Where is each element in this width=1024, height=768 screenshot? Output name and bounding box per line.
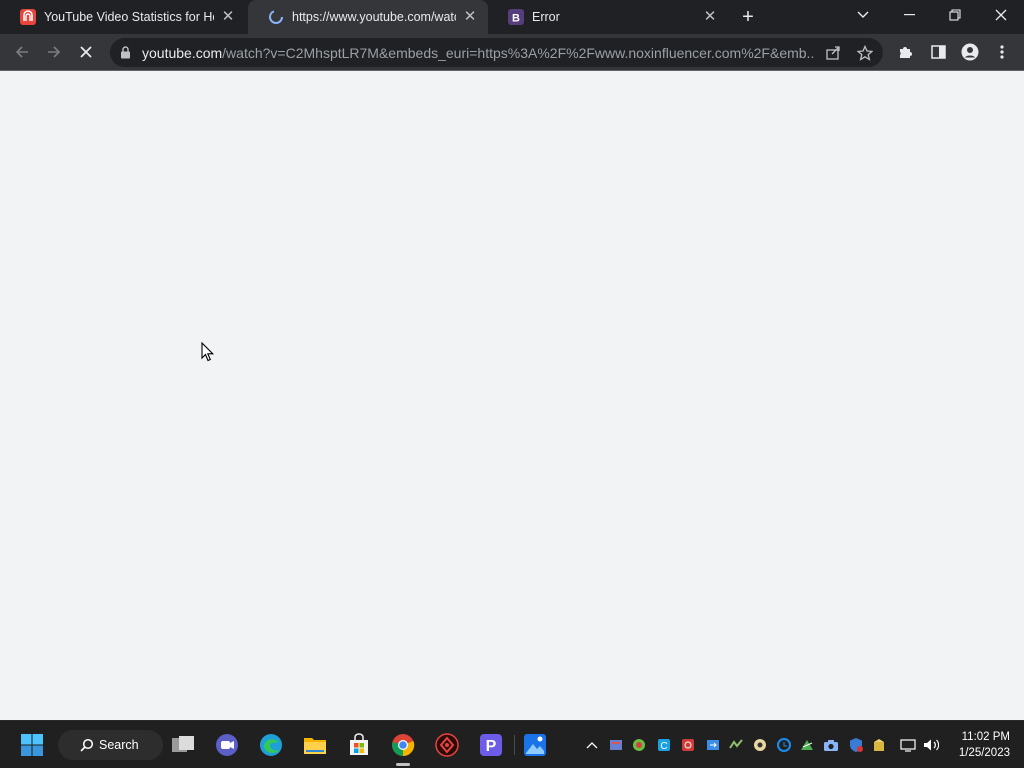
tab-error[interactable]: B Error ✕ [488,0,728,34]
tab-search-icon[interactable] [840,0,886,30]
menu-dots-icon[interactable] [989,39,1015,65]
page-content [0,71,1024,720]
tray-app-4-icon[interactable] [680,737,696,753]
search-icon [80,738,94,752]
svg-text:P: P [486,738,497,755]
app-red-icon[interactable] [433,731,461,759]
tray-app-10-icon[interactable] [871,737,887,753]
tab-noxinfluencer[interactable]: YouTube Video Statistics for How ✕ [0,0,246,34]
tray-app-3-icon[interactable]: C [656,737,672,753]
taskbar-search[interactable]: Search [58,730,163,760]
back-arrow-icon[interactable] [9,39,35,65]
mouse-cursor-icon [201,341,215,367]
share-icon[interactable] [820,40,846,66]
clock-date: 1/25/2023 [958,747,1010,759]
tray-app-6-icon[interactable] [728,737,744,753]
address-bar[interactable]: youtube.com/watch?v=C2MhsptLR7M&embeds_e… [110,38,883,67]
taskbar-divider [514,735,515,755]
stop-loading-icon[interactable] [73,39,99,65]
network-icon[interactable] [900,737,916,753]
tab-close-icon[interactable]: ✕ [220,9,236,25]
tray-app-1-icon[interactable] [608,737,624,753]
security-shield-icon[interactable] [848,737,864,753]
noxinfluencer-icon [20,9,36,25]
active-app-indicator [396,763,410,766]
tray-app-7-icon[interactable] [752,737,768,753]
profile-icon[interactable] [957,39,983,65]
clock-time: 11:02 PM [961,731,1010,743]
microsoft-store-icon[interactable] [345,731,373,759]
tab-title: Error [532,10,560,24]
bootstrap-b-icon: B [508,9,524,25]
side-panel-icon[interactable] [925,39,951,65]
new-tab-button[interactable]: + [738,7,758,27]
tab-title: YouTube Video Statistics for How [44,10,214,24]
tab-youtube[interactable]: https://www.youtube.com/watch ✕ [248,0,488,34]
url-host: youtube.com [142,44,223,61]
file-explorer-icon[interactable] [301,731,329,759]
tray-app-5-icon[interactable] [705,737,721,753]
minimize-icon[interactable] [886,0,932,30]
chrome-icon[interactable] [389,731,417,759]
close-icon[interactable] [978,0,1024,30]
volume-icon[interactable] [923,737,939,753]
p-app-icon[interactable]: P [477,731,505,759]
photos-icon[interactable] [521,731,549,759]
camera-icon[interactable] [823,737,839,753]
svg-text:C: C [660,741,667,752]
system-clock[interactable]: 11:02 PM 1/25/2023 [959,729,1010,761]
tab-close-icon[interactable]: ✕ [462,9,478,25]
tray-app-2-icon[interactable] [631,737,647,753]
edge-icon[interactable] [257,731,285,759]
tab-title: https://www.youtube.com/watch [292,10,456,24]
chevron-up-icon[interactable] [584,737,600,753]
lock-icon[interactable] [120,46,132,60]
loading-spinner-icon [268,9,284,25]
windows-start-icon[interactable] [18,731,46,759]
tab-close-icon[interactable]: ✕ [702,9,718,25]
search-label: Search [99,738,139,752]
restore-icon[interactable] [932,0,978,30]
bookmark-star-icon[interactable] [852,40,878,66]
browser-toolbar: youtube.com/watch?v=C2MhsptLR7M&embeds_e… [0,34,1024,71]
teams-chat-icon[interactable] [213,731,241,759]
windows-taskbar: Search P C 11:02 PM 1/25/2023 [0,720,1024,768]
extensions-puzzle-icon[interactable] [893,39,919,65]
url-text[interactable]: youtube.com/watch?v=C2MhsptLR7M&embeds_e… [142,45,814,61]
svg-text:B: B [512,13,520,25]
url-path: /watch?v=C2MhsptLR7M&embeds_euri=https%3… [222,44,814,61]
tab-strip: YouTube Video Statistics for How ✕ https… [0,0,1024,34]
tray-app-8-icon[interactable] [776,737,792,753]
task-view-icon[interactable] [169,731,197,759]
forward-arrow-icon[interactable] [41,39,67,65]
tray-app-9-icon[interactable] [799,737,815,753]
